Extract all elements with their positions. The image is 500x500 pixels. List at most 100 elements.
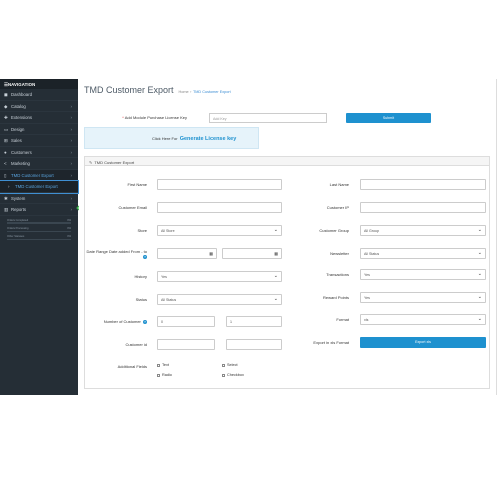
number-of-customer-label: Number of Customer ?	[85, 319, 147, 324]
customer-group-select[interactable]: All Group ⌄	[360, 225, 486, 236]
required-mark: *	[122, 115, 124, 120]
chevron-down-icon: ⌄	[273, 296, 278, 302]
chevron-right-icon: ›	[70, 115, 73, 120]
checkbox-radio[interactable]: Radio	[157, 373, 172, 377]
export-xls-button[interactable]: Export xls	[360, 337, 486, 348]
breadcrumb-home[interactable]: Home	[179, 90, 189, 94]
sidebar-item-label: Dashboard	[11, 92, 33, 97]
checkbox-checkbox[interactable]: Checkbox	[222, 373, 244, 377]
sidebar-item-label: Catalog	[11, 103, 26, 109]
checkbox-box[interactable]	[222, 373, 225, 377]
progress-label: Orders Completed	[7, 218, 29, 222]
checkbox-box[interactable]	[222, 363, 225, 367]
customer-email-input[interactable]	[157, 202, 282, 213]
chevron-down-icon: ⌄	[477, 316, 482, 322]
breadcrumb-separator: ›	[190, 90, 192, 94]
date-range-label: Date Range Date added From - to ?	[85, 249, 147, 259]
sidebar-item-sales[interactable]: ⊞ Sales ›	[0, 135, 78, 147]
television-icon: ▭	[4, 126, 9, 132]
checkbox-box[interactable]	[157, 373, 160, 377]
sidebar-item-label: Marketing	[11, 161, 30, 166]
generate-prefix: Click Here For	[152, 136, 178, 141]
chevron-right-icon: ›	[70, 195, 73, 201]
calendar-icon[interactable]: ▦	[274, 251, 278, 256]
help-icon[interactable]: ?	[143, 254, 147, 259]
number-to-input[interactable]: 1	[226, 316, 282, 327]
cart-icon: ⊞	[4, 138, 8, 143]
progress-orders-completed: Orders Completed 0%	[7, 219, 71, 224]
generate-license-link[interactable]: Generate License key	[180, 136, 237, 142]
customer-id-to-input[interactable]	[226, 339, 282, 350]
progress-label: Other Statuses	[7, 235, 25, 239]
export-panel: ✎ TMD Customer Export First Name Last Nam…	[84, 156, 490, 389]
license-label: * Add Module Purchase License Key	[99, 115, 187, 120]
pencil-icon: ✎	[89, 159, 93, 165]
reward-points-select[interactable]: Yes ⌄	[360, 292, 486, 303]
date-from-input[interactable]: ▦	[157, 248, 217, 259]
history-select[interactable]: Yes ⌄	[157, 271, 282, 282]
reward-points-label: Reward Points	[322, 295, 349, 300]
sidebar-item-design[interactable]: ▭ Design ›	[0, 124, 78, 135]
chevron-down-icon: ⌄	[477, 250, 482, 256]
admin-app: ☰NAVIGATION ◼ Dashboard ◆ Catalog › ✚ Exten…	[0, 79, 500, 395]
format-select[interactable]: xls ⌄	[360, 314, 486, 325]
progress-bar	[7, 222, 71, 224]
sidebar-item-label: TMD Customer Export	[11, 172, 54, 178]
first-name-input[interactable]	[157, 179, 282, 190]
chevron-down-icon: ⌄	[273, 227, 278, 233]
submit-button[interactable]: Submit	[346, 113, 431, 123]
checkbox-label: Text	[162, 363, 169, 367]
sidebar-item-catalog[interactable]: ◆ Catalog ›	[0, 101, 78, 112]
sidebar-item-system[interactable]: ✱ System ›	[0, 193, 78, 204]
generate-license-box: Click Here For Generate License key	[84, 127, 259, 149]
progress-value: 0%	[67, 235, 71, 239]
checkbox-text[interactable]: Text	[157, 363, 169, 367]
sidebar-item-extensions[interactable]: ✚ Extensions ›	[0, 112, 78, 124]
checkbox-select[interactable]: Select	[222, 363, 238, 367]
help-icon[interactable]: ?	[143, 319, 147, 324]
calendar-icon[interactable]: ▦	[209, 251, 213, 256]
sidebar-item-dashboard[interactable]: ◼ Dashboard	[0, 89, 78, 101]
format-select-value: xls	[364, 318, 369, 322]
status-select-value: All Status	[161, 298, 177, 302]
chevron-right-icon: ›	[70, 149, 73, 155]
license-label-text: Add Module Purchase License Key	[124, 115, 187, 120]
store-select[interactable]: All Store ⌄	[157, 225, 282, 236]
sidebar-item-marketing[interactable]: < Marketing ›	[0, 158, 78, 170]
last-name-label: Last Name	[329, 182, 349, 187]
sidebar-item-label: Design	[11, 126, 25, 132]
progress-value: 0%	[67, 226, 71, 230]
chevron-down-icon: ⌄	[477, 227, 482, 233]
license-key-input[interactable]: Add Key	[209, 113, 327, 123]
status-select[interactable]: All Status ⌄	[157, 294, 282, 305]
date-range-label-text: Date Range Date added From - to	[86, 249, 147, 254]
sidebar-item-label: TMD Customer Export	[15, 184, 58, 189]
chevron-right-icon: ›	[70, 161, 73, 166]
progress-bar	[7, 238, 71, 241]
transactions-select-value: Yes	[364, 273, 370, 277]
breadcrumb-current[interactable]: TMD Customer Export	[193, 90, 231, 94]
sidebar-item-tmd-customer-export[interactable]: ▯ TMD Customer Export ›	[0, 169, 78, 181]
generate-license-text: Click Here For Generate License key	[152, 136, 236, 142]
transactions-label: Transactions	[326, 272, 349, 277]
progress-other-statuses: Other Statuses 0%	[7, 235, 71, 241]
share-icon: <	[4, 161, 7, 166]
date-to-input[interactable]: ▦	[222, 248, 282, 259]
customer-ip-input[interactable]	[360, 202, 486, 213]
checkbox-box[interactable]	[157, 363, 160, 367]
number-from-input[interactable]: 0	[157, 316, 215, 327]
last-name-input[interactable]	[360, 179, 486, 190]
customer-group-select-value: All Group	[364, 229, 379, 233]
customer-id-from-input[interactable]	[157, 339, 215, 350]
chevron-down-icon: ⌄	[477, 271, 482, 277]
chevron-down-icon: ⌄	[477, 294, 482, 300]
sidebar: ☰NAVIGATION ◼ Dashboard ◆ Catalog › ✚ Exten…	[0, 79, 79, 395]
newsletter-select[interactable]: All Status ⌄	[360, 248, 486, 259]
transactions-select[interactable]: Yes ⌄	[360, 269, 486, 280]
sidebar-subitem-tmd-customer-export[interactable]: › TMD Customer Export	[0, 180, 79, 194]
sidebar-item-reports[interactable]: ▥ Reports ›	[0, 204, 78, 216]
sidebar-item-customers[interactable]: ● Customers ›	[0, 147, 78, 158]
number-of-customer-label-text: Number of Customer	[103, 319, 141, 324]
store-label: Store	[137, 228, 147, 233]
navigation-heading: ☰NAVIGATION	[0, 79, 78, 89]
